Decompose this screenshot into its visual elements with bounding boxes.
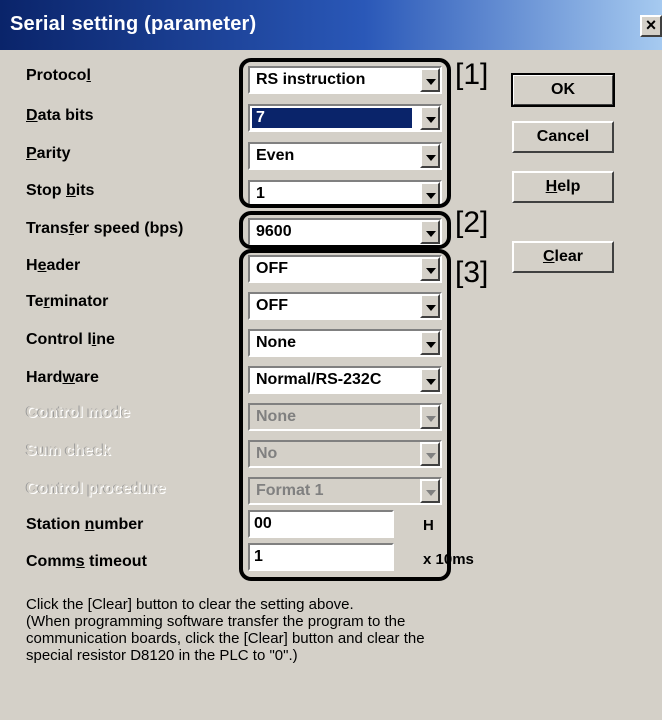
terminator-label: Terminator [26, 293, 109, 310]
close-icon: × [645, 15, 657, 35]
parity-label: Parity [26, 145, 71, 162]
serial-setting-dialog: Serial setting (parameter) × Protocol Da… [0, 0, 662, 720]
group-box-2 [239, 211, 451, 249]
comms-timeout-label: Comms timeout [26, 553, 147, 570]
group-box-1 [239, 58, 451, 208]
group-box-3 [239, 249, 451, 581]
title-bar[interactable]: Serial setting (parameter) × [0, 0, 662, 50]
help-note: Click the [Clear] button to clear the se… [26, 596, 425, 664]
marker-2: [2] [455, 206, 489, 239]
sum-check-label: Sum check [26, 442, 111, 459]
marker-1: [1] [455, 58, 489, 91]
header-label: Header [26, 257, 81, 274]
transfer-speed-label: Transfer speed (bps) [26, 220, 184, 237]
data-bits-label: Data bits [26, 107, 94, 124]
hardware-label: Hardware [26, 369, 99, 386]
stop-bits-label: Stop bits [26, 182, 95, 199]
dialog-title: Serial setting (parameter) [10, 13, 257, 35]
control-line-label: Control line [26, 331, 115, 348]
control-procedure-label: Control procedure [26, 480, 166, 497]
marker-3: [3] [455, 256, 489, 289]
help-button[interactable]: Help [512, 171, 614, 203]
protocol-label: Protocol [26, 67, 91, 84]
cancel-button[interactable]: Cancel [512, 121, 614, 153]
clear-button[interactable]: Clear [512, 241, 614, 273]
station-number-label: Station number [26, 516, 144, 533]
control-mode-label: Control mode [26, 404, 130, 421]
close-button[interactable]: × [640, 15, 662, 37]
ok-button[interactable]: OK [511, 73, 615, 107]
